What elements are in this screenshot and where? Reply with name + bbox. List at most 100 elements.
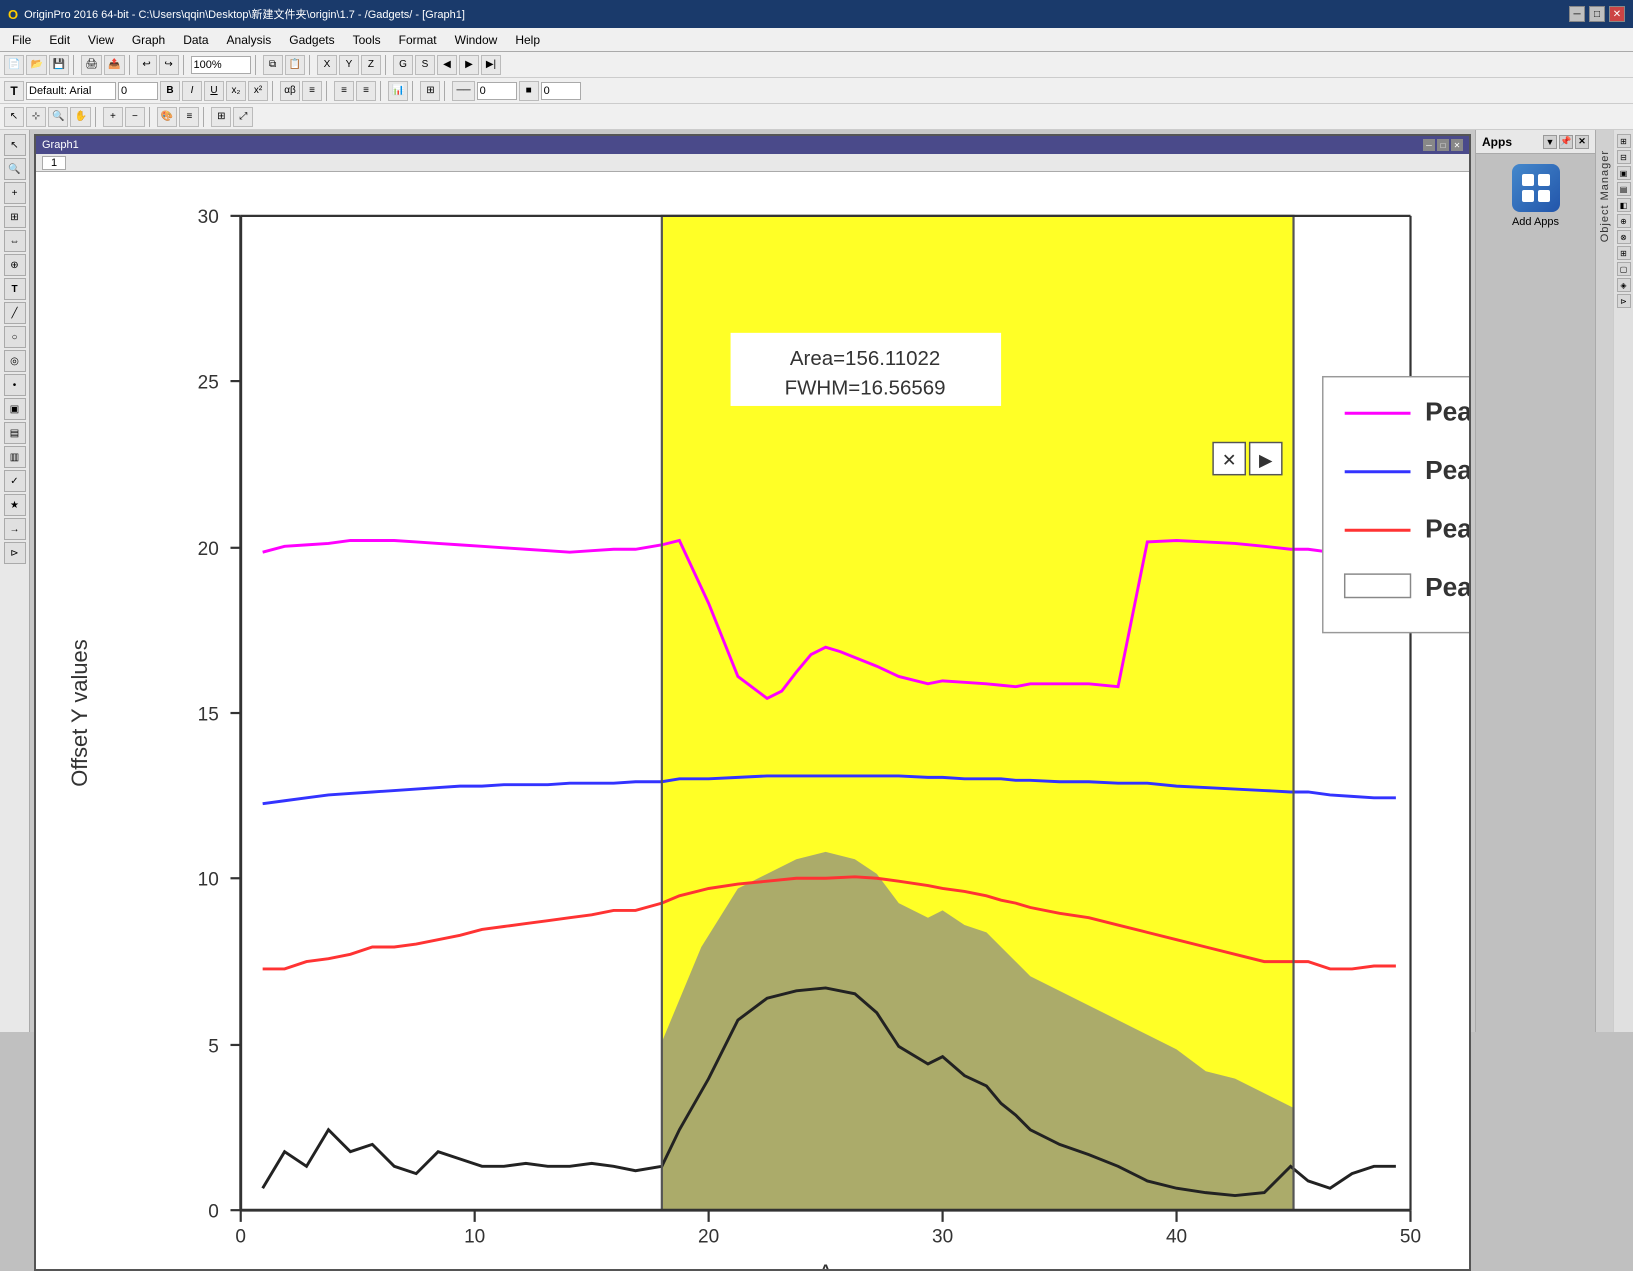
open-button[interactable]: 📂 bbox=[26, 55, 46, 75]
apps-pin[interactable]: 📌 bbox=[1559, 135, 1573, 149]
underline-button[interactable]: U bbox=[204, 81, 224, 101]
new-button[interactable]: 📄 bbox=[4, 55, 24, 75]
undo-button[interactable]: ↩ bbox=[137, 55, 157, 75]
copy-button[interactable]: ⧉ bbox=[263, 55, 283, 75]
circle-lt[interactable]: ○ bbox=[4, 326, 26, 348]
move-lt[interactable]: ⇔ bbox=[4, 230, 26, 252]
grid-lt[interactable]: ⊞ bbox=[4, 206, 26, 228]
bold-button[interactable]: B bbox=[160, 81, 180, 101]
crosshair-lt[interactable]: ⊕ bbox=[4, 254, 26, 276]
menu-format[interactable]: Format bbox=[391, 31, 445, 49]
arrow-lt[interactable]: → bbox=[4, 518, 26, 540]
add-apps-button[interactable]: Add Apps bbox=[1476, 154, 1595, 238]
title-bar-controls[interactable]: ─ □ ✕ bbox=[1569, 6, 1625, 22]
italic-button[interactable]: I bbox=[182, 81, 202, 101]
menu-file[interactable]: File bbox=[4, 31, 39, 49]
menu-edit[interactable]: Edit bbox=[41, 31, 78, 49]
rv-btn-10[interactable]: ◈ bbox=[1617, 278, 1631, 292]
remove-plot[interactable]: − bbox=[125, 107, 145, 127]
maximize-button[interactable]: □ bbox=[1589, 6, 1605, 22]
pointer-lt[interactable]: ↖ bbox=[4, 134, 26, 156]
nav-right[interactable]: ▶ bbox=[459, 55, 479, 75]
zoom-input[interactable] bbox=[191, 56, 251, 74]
check-lt[interactable]: ✓ bbox=[4, 470, 26, 492]
graph-maximize[interactable]: □ bbox=[1437, 139, 1449, 151]
menu-window[interactable]: Window bbox=[447, 31, 506, 49]
expand-lt[interactable]: ⊳ bbox=[4, 542, 26, 564]
line-style[interactable]: ── bbox=[452, 81, 474, 101]
color-scale[interactable]: 🎨 bbox=[157, 107, 177, 127]
svg-text:20: 20 bbox=[198, 539, 219, 560]
rv-btn-5[interactable]: ◧ bbox=[1617, 198, 1631, 212]
legend-btn[interactable]: ≡ bbox=[179, 107, 199, 127]
subscript-button[interactable]: x₂ bbox=[226, 81, 246, 101]
rv-btn-7[interactable]: ⊗ bbox=[1617, 230, 1631, 244]
save-button[interactable]: 💾 bbox=[49, 55, 69, 75]
menu-tools[interactable]: Tools bbox=[345, 31, 389, 49]
rv-btn-11[interactable]: ⊳ bbox=[1617, 294, 1631, 308]
bar-chart-btn[interactable]: 📊 bbox=[388, 81, 408, 101]
align-center[interactable]: ≡ bbox=[356, 81, 376, 101]
nav-left[interactable]: ◀ bbox=[437, 55, 457, 75]
menu-analysis[interactable]: Analysis bbox=[219, 31, 280, 49]
font-size-input[interactable] bbox=[118, 82, 158, 100]
redo-button[interactable]: ↪ bbox=[159, 55, 179, 75]
superscript-button[interactable]: x² bbox=[248, 81, 268, 101]
axis-btn[interactable]: X bbox=[317, 55, 337, 75]
close-button[interactable]: ✕ bbox=[1609, 6, 1625, 22]
print-button[interactable]: 🖨 bbox=[81, 55, 102, 75]
align-left[interactable]: ≡ bbox=[334, 81, 354, 101]
font-family-input[interactable] bbox=[26, 82, 116, 100]
nav-end[interactable]: ▶| bbox=[481, 55, 501, 75]
text-icon[interactable]: T bbox=[4, 81, 24, 101]
graph-minimize[interactable]: ─ bbox=[1423, 139, 1435, 151]
minimize-button[interactable]: ─ bbox=[1569, 6, 1585, 22]
s-btn[interactable]: S bbox=[415, 55, 435, 75]
pointer-tool[interactable]: ↖ bbox=[4, 107, 24, 127]
menu-view[interactable]: View bbox=[80, 31, 122, 49]
apps-header-controls[interactable]: ▼ 📌 ✕ bbox=[1543, 135, 1589, 149]
plus-lt[interactable]: + bbox=[4, 182, 26, 204]
menu-data[interactable]: Data bbox=[175, 31, 216, 49]
rv-btn-1[interactable]: ⊞ bbox=[1617, 134, 1631, 148]
line-lt[interactable]: ╱ bbox=[4, 302, 26, 324]
rv-btn-6[interactable]: ⊕ bbox=[1617, 214, 1631, 228]
menu-graph[interactable]: Graph bbox=[124, 31, 173, 49]
text-lt[interactable]: T bbox=[4, 278, 26, 300]
rect-lt[interactable]: ▣ bbox=[4, 398, 26, 420]
apps-dropdown[interactable]: ▼ bbox=[1543, 135, 1557, 149]
filter-btn[interactable]: ⊞ bbox=[420, 81, 440, 101]
rescale-btn[interactable]: ⤢ bbox=[233, 107, 253, 127]
rv-btn-4[interactable]: ▤ bbox=[1617, 182, 1631, 196]
export-button[interactable]: 📤 bbox=[104, 55, 124, 75]
greek-button[interactable]: αβ bbox=[280, 81, 300, 101]
rv-btn-2[interactable]: ⊟ bbox=[1617, 150, 1631, 164]
pattern-lt[interactable]: ▥ bbox=[4, 446, 26, 468]
fill-size-input[interactable] bbox=[541, 82, 581, 100]
fill-lt[interactable]: ▤ bbox=[4, 422, 26, 444]
line-size-input[interactable] bbox=[477, 82, 517, 100]
more-format[interactable]: ≡ bbox=[302, 81, 322, 101]
g-btn[interactable]: G bbox=[393, 55, 413, 75]
star-lt[interactable]: ★ bbox=[4, 494, 26, 516]
data-reader[interactable]: ⊹ bbox=[26, 107, 46, 127]
menu-help[interactable]: Help bbox=[507, 31, 548, 49]
graph-tab-1[interactable]: 1 bbox=[42, 156, 66, 170]
add-plot[interactable]: + bbox=[103, 107, 123, 127]
rv-btn-3[interactable]: ▣ bbox=[1617, 166, 1631, 180]
graph-close[interactable]: ✕ bbox=[1451, 139, 1463, 151]
axis-options[interactable]: ⊞ bbox=[211, 107, 231, 127]
zoom-lt[interactable]: 🔍 bbox=[4, 158, 26, 180]
rv-btn-8[interactable]: ⊞ bbox=[1617, 246, 1631, 260]
apps-close[interactable]: ✕ bbox=[1575, 135, 1589, 149]
target-lt[interactable]: ◎ bbox=[4, 350, 26, 372]
paste-button[interactable]: 📋 bbox=[285, 55, 305, 75]
dot-lt[interactable]: • bbox=[4, 374, 26, 396]
fill-style[interactable]: ■ bbox=[519, 81, 539, 101]
zoom-tool[interactable]: 🔍 bbox=[48, 107, 68, 127]
z-btn[interactable]: Z bbox=[361, 55, 381, 75]
y-btn[interactable]: Y bbox=[339, 55, 359, 75]
pan-tool[interactable]: ✋ bbox=[70, 107, 90, 127]
rv-btn-9[interactable]: ▢ bbox=[1617, 262, 1631, 276]
menu-gadgets[interactable]: Gadgets bbox=[281, 31, 342, 49]
